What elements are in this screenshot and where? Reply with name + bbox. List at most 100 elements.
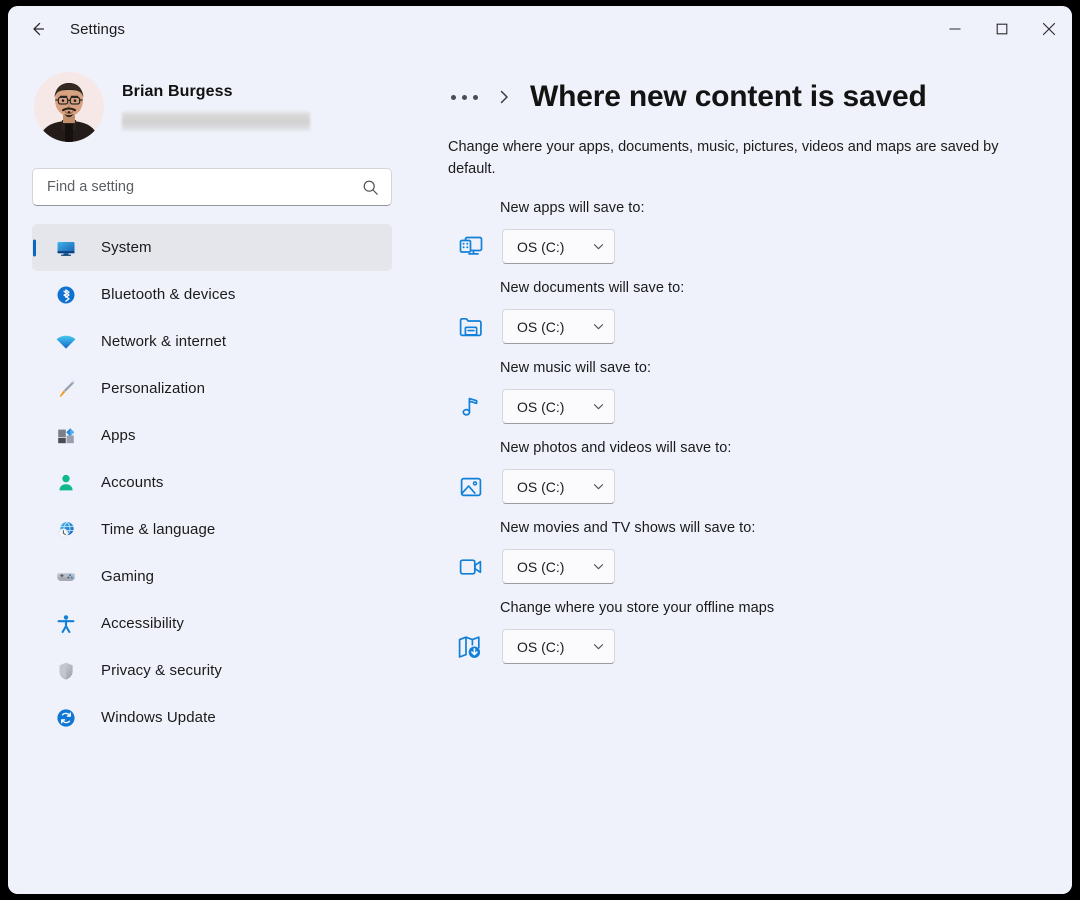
- chevron-down-icon: [592, 320, 605, 333]
- setting-control: OS (C:): [448, 383, 1042, 430]
- update-sync-icon: [54, 706, 78, 730]
- sidebar-item-time-language[interactable]: Time & language: [32, 506, 392, 553]
- sidebar-item-label: Accounts: [101, 474, 164, 491]
- back-button[interactable]: [18, 13, 58, 45]
- search-icon[interactable]: [362, 179, 379, 196]
- setting-row-offline-maps: Change where you store your offline maps: [448, 600, 1042, 670]
- sidebar-item-label: Accessibility: [101, 615, 184, 632]
- chevron-down-icon: [592, 400, 605, 413]
- sidebar-item-apps[interactable]: Apps: [32, 412, 392, 459]
- setting-row-photos-videos: New photos and videos will save to: OS (…: [448, 440, 1042, 510]
- paintbrush-icon: [54, 377, 78, 401]
- setting-row-apps: New apps will save to:: [448, 200, 1042, 270]
- picture-icon: [454, 470, 488, 504]
- maximize-icon: [996, 23, 1008, 35]
- sidebar-item-label: Apps: [101, 427, 136, 444]
- setting-control: OS (C:): [448, 223, 1042, 270]
- maximize-button[interactable]: [978, 6, 1025, 52]
- account-text: Brian Burgess: [122, 83, 310, 132]
- person-icon: [54, 471, 78, 495]
- close-button[interactable]: [1025, 6, 1072, 52]
- sidebar-item-label: Windows Update: [101, 709, 216, 726]
- account-name: Brian Burgess: [122, 83, 310, 101]
- video-camera-icon: [454, 550, 488, 584]
- save-location-dropdown-movies-tv[interactable]: OS (C:): [502, 549, 615, 584]
- back-arrow-icon: [28, 19, 48, 39]
- dropdown-value: OS (C:): [517, 479, 564, 495]
- app-title: Settings: [70, 21, 125, 38]
- sidebar-item-accounts[interactable]: Accounts: [32, 459, 392, 506]
- page-description: Change where your apps, documents, music…: [448, 136, 1040, 180]
- setting-row-documents: New documents will save to: OS (C:): [448, 280, 1042, 350]
- folder-icon: [454, 310, 488, 344]
- accessibility-icon: [54, 612, 78, 636]
- shield-icon: [54, 659, 78, 683]
- setting-label: New documents will save to:: [500, 280, 1042, 296]
- sidebar-item-label: Personalization: [101, 380, 205, 397]
- sidebar-item-accessibility[interactable]: Accessibility: [32, 600, 392, 647]
- avatar: [34, 72, 104, 142]
- sidebar-item-personalization[interactable]: Personalization: [32, 365, 392, 412]
- setting-label: New music will save to:: [500, 360, 1042, 376]
- breadcrumb-overflow-button[interactable]: [448, 90, 481, 105]
- user-avatar-photo: [34, 72, 104, 142]
- chevron-down-icon: [592, 480, 605, 493]
- setting-label: Change where you store your offline maps: [500, 600, 1042, 616]
- close-icon: [1042, 22, 1056, 36]
- bluetooth-icon: [54, 283, 78, 307]
- minimize-button[interactable]: [931, 6, 978, 52]
- setting-control: OS (C:): [448, 543, 1042, 590]
- chevron-right-icon: [497, 88, 512, 106]
- sidebar-item-privacy-security[interactable]: Privacy & security: [32, 647, 392, 694]
- search-input[interactable]: [47, 179, 362, 195]
- search-box[interactable]: [32, 168, 392, 206]
- chevron-down-icon: [592, 640, 605, 653]
- sidebar-item-gaming[interactable]: Gaming: [32, 553, 392, 600]
- save-location-dropdown-music[interactable]: OS (C:): [502, 389, 615, 424]
- setting-control: OS (C:): [448, 463, 1042, 510]
- settings-window: Settings: [8, 6, 1072, 894]
- setting-control: OS (C:): [448, 623, 1042, 670]
- sidebar-item-bluetooth-devices[interactable]: Bluetooth & devices: [32, 271, 392, 318]
- save-location-dropdown-offline-maps[interactable]: OS (C:): [502, 629, 615, 664]
- window-controls: [931, 6, 1072, 52]
- chevron-down-icon: [592, 560, 605, 573]
- map-download-icon: [454, 630, 488, 664]
- sidebar-item-network-internet[interactable]: Network & internet: [32, 318, 392, 365]
- sidebar-item-label: Time & language: [101, 521, 215, 538]
- breadcrumb: Where new content is saved: [448, 74, 1042, 120]
- apps-grid-icon: [54, 424, 78, 448]
- setting-label: New apps will save to:: [500, 200, 1042, 216]
- sidebar-item-windows-update[interactable]: Windows Update: [32, 694, 392, 741]
- gamepad-icon: [54, 565, 78, 589]
- account-email-redacted: [122, 110, 310, 132]
- wifi-icon: [54, 330, 78, 354]
- dropdown-value: OS (C:): [517, 239, 564, 255]
- sidebar-item-label: Network & internet: [101, 333, 226, 350]
- save-location-dropdown-photos-videos[interactable]: OS (C:): [502, 469, 615, 504]
- dropdown-value: OS (C:): [517, 319, 564, 335]
- ellipsis-icon: [451, 95, 456, 100]
- dropdown-value: OS (C:): [517, 639, 564, 655]
- setting-row-music: New music will save to: OS (C:): [448, 360, 1042, 430]
- sidebar-nav: System Bluetooth & devices: [32, 224, 392, 741]
- sidebar-item-label: Bluetooth & devices: [101, 286, 235, 303]
- settings-list: New apps will save to:: [448, 200, 1042, 670]
- monitor-icon: [54, 236, 78, 260]
- music-note-icon: [454, 390, 488, 424]
- title-bar: Settings: [8, 6, 1072, 52]
- sidebar-item-label: Privacy & security: [101, 662, 222, 679]
- setting-label: New photos and videos will save to:: [500, 440, 1042, 456]
- sidebar: Brian Burgess: [8, 52, 414, 894]
- ellipsis-icon: [473, 95, 478, 100]
- save-location-dropdown-apps[interactable]: OS (C:): [502, 229, 615, 264]
- sidebar-item-system[interactable]: System: [32, 224, 392, 271]
- account-summary[interactable]: Brian Burgess: [34, 72, 392, 142]
- sidebar-item-label: Gaming: [101, 568, 154, 585]
- save-location-dropdown-documents[interactable]: OS (C:): [502, 309, 615, 344]
- dropdown-value: OS (C:): [517, 399, 564, 415]
- setting-control: OS (C:): [448, 303, 1042, 350]
- main-content: Where new content is saved Change where …: [414, 52, 1072, 894]
- app-window-icon: [454, 230, 488, 264]
- chevron-down-icon: [592, 240, 605, 253]
